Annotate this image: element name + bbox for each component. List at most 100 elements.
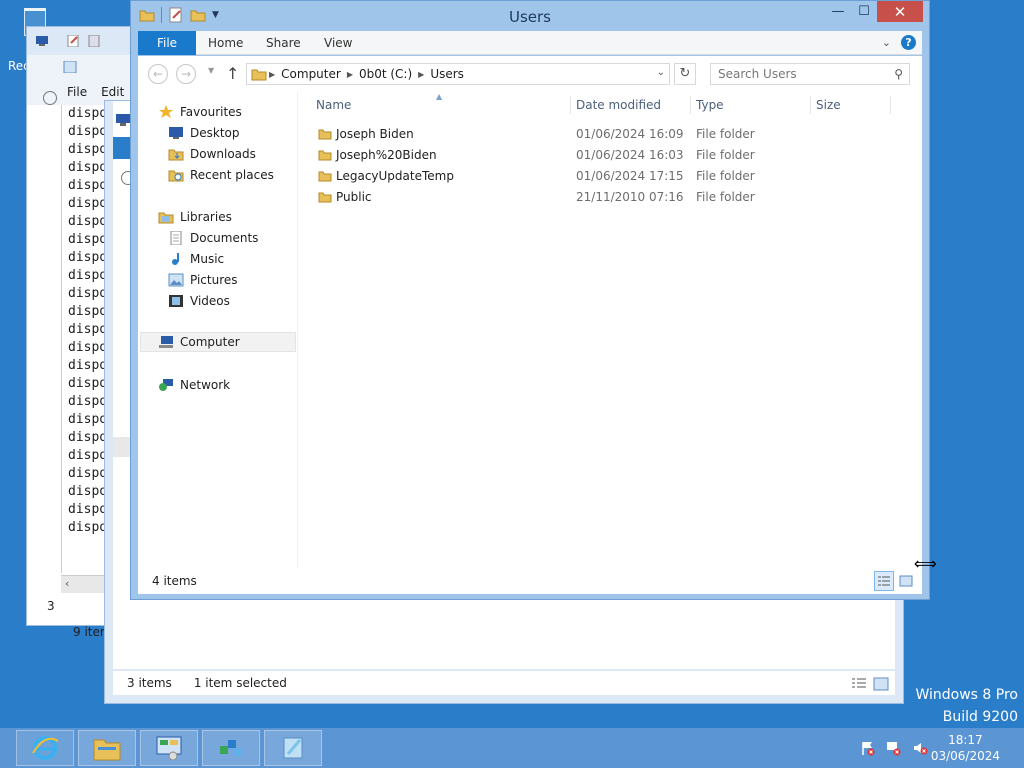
window-title: Users — [508, 8, 551, 26]
chevron-right-icon[interactable]: ▶ — [269, 70, 275, 79]
breadcrumb-users[interactable]: Users — [430, 67, 464, 81]
table-row[interactable]: Joseph%20Biden 01/06/2024 16:03 File fol… — [308, 145, 908, 166]
tab-home[interactable]: Home — [208, 31, 243, 55]
system-tray — [860, 740, 928, 756]
network-status-icon[interactable] — [886, 740, 902, 756]
status-bar: 4 items — [138, 568, 922, 594]
maximize-button[interactable]: ☐ — [851, 1, 877, 22]
table-row[interactable]: Joseph Biden 01/06/2024 16:09 File folde… — [308, 124, 908, 145]
taskbar-internet-explorer[interactable] — [16, 730, 74, 766]
action-center-flag-icon[interactable] — [860, 740, 876, 756]
table-row[interactable]: LegacyUpdateTemp 01/06/2024 17:15 File f… — [308, 166, 908, 187]
nav-label: Documents — [190, 231, 259, 245]
chevron-right-icon[interactable]: ▶ — [347, 70, 353, 79]
taskbar-notepad[interactable] — [264, 730, 322, 766]
taskbar-file-explorer[interactable] — [78, 730, 136, 766]
taskbar-control-panel[interactable] — [140, 730, 198, 766]
taskbar-network-app[interactable] — [202, 730, 260, 766]
breadcrumb-drive[interactable]: 0b0t (C:) — [359, 67, 412, 81]
column-header-type[interactable]: Type — [696, 98, 724, 112]
page-icon[interactable] — [87, 35, 101, 47]
menu-bar: File Edit — [67, 85, 138, 99]
tab-share[interactable]: Share — [266, 31, 301, 55]
title-bar[interactable]: ▼ Users — ☐ ✕ — [131, 1, 929, 31]
file-date: 01/06/2024 16:09 — [576, 127, 684, 141]
column-header-date-modified[interactable]: Date modified — [576, 98, 661, 112]
nav-recent-places[interactable]: Recent places — [168, 165, 274, 185]
radio-icon[interactable] — [43, 91, 57, 105]
explorer-window[interactable]: ▼ Users — ☐ ✕ File Home Share View ⌄ ? ←… — [130, 0, 930, 600]
search-input[interactable]: Search Users ⚲ — [710, 63, 910, 85]
documents-icon — [170, 231, 182, 245]
tab-file[interactable]: File — [138, 31, 196, 55]
nav-label: Downloads — [190, 147, 256, 161]
music-icon — [172, 253, 179, 265]
file-type: File folder — [696, 190, 755, 204]
nav-label: Recent places — [190, 168, 274, 182]
details-view-icon[interactable] — [851, 677, 867, 691]
nav-downloads[interactable]: Downloads — [168, 144, 256, 164]
nav-libraries[interactable]: Libraries — [158, 207, 232, 227]
network-icon — [159, 379, 173, 391]
clock-time: 18:17 — [948, 733, 983, 747]
large-icons-view-button[interactable] — [896, 571, 916, 591]
column-header-name[interactable]: Name — [316, 98, 351, 112]
nav-desktop[interactable]: Desktop — [168, 123, 240, 143]
minimize-button[interactable]: — — [825, 1, 851, 22]
pictures-icon — [168, 273, 184, 287]
back-button[interactable]: ← — [148, 64, 168, 84]
resize-cursor-icon: ⟺ — [914, 554, 937, 573]
content-area: Favourites Desktop Downloads Recent plac… — [138, 92, 922, 568]
address-bar[interactable]: ▶ Computer ▶ 0b0t (C:) ▶ Users ⌄ — [246, 63, 670, 85]
file-date: 01/06/2024 17:15 — [576, 169, 684, 183]
nav-music[interactable]: Music — [168, 249, 224, 269]
refresh-button[interactable]: ↻ — [674, 63, 696, 85]
close-button[interactable]: ✕ — [877, 1, 923, 22]
menu-edit[interactable]: Edit — [101, 85, 124, 99]
file-type: File folder — [696, 169, 755, 183]
status-fragment: 3 — [47, 599, 55, 613]
search-icon[interactable]: ⚲ — [894, 64, 903, 84]
column-header-size[interactable]: Size — [816, 98, 841, 112]
nav-label: Desktop — [190, 126, 240, 140]
large-icons-view-icon — [899, 575, 913, 587]
large-icons-view-icon[interactable] — [873, 677, 889, 691]
folder-icon — [318, 171, 332, 182]
recent-locations-icon[interactable]: ▼ — [208, 66, 214, 75]
file-date: 01/06/2024 16:03 — [576, 148, 684, 162]
expand-ribbon-icon[interactable]: ⌄ — [882, 36, 891, 49]
videos-icon — [169, 295, 183, 307]
taskbar: 18:17 03/06/2024 — [0, 728, 1024, 768]
nav-documents[interactable]: Documents — [168, 228, 258, 248]
help-icon[interactable]: ? — [901, 35, 916, 50]
downloads-folder-icon — [168, 149, 184, 161]
sort-ascending-icon: ▲ — [436, 92, 443, 101]
nav-label: Pictures — [190, 273, 238, 287]
nav-videos[interactable]: Videos — [168, 291, 230, 311]
file-list[interactable]: ▲ Name Date modified Type Size Joseph Bi… — [308, 92, 922, 568]
table-row[interactable]: Public 21/11/2010 07:16 File folder — [308, 187, 908, 208]
volume-muted-icon[interactable] — [912, 740, 928, 756]
search-placeholder: Search Users — [718, 67, 797, 81]
forward-button[interactable]: → — [176, 64, 196, 84]
nav-computer[interactable]: Computer — [140, 332, 296, 352]
nav-network[interactable]: Network — [158, 375, 230, 395]
nav-pictures[interactable]: Pictures — [168, 270, 238, 290]
navigation-pane[interactable]: Favourites Desktop Downloads Recent plac… — [138, 92, 298, 568]
up-button[interactable]: ↑ — [226, 64, 239, 83]
tab-view[interactable]: View — [324, 31, 352, 55]
nav-label: Computer — [180, 335, 240, 349]
nav-favourites[interactable]: Favourites — [158, 102, 242, 122]
chevron-right-icon[interactable]: ▶ — [418, 70, 424, 79]
details-view-icon — [878, 576, 890, 586]
chevron-down-icon[interactable]: ⌄ — [657, 67, 665, 78]
internet-explorer-icon — [32, 736, 59, 760]
properties-icon[interactable] — [67, 35, 81, 47]
scroll-left-icon[interactable]: ‹ — [65, 577, 69, 590]
details-view-button[interactable] — [874, 571, 894, 591]
breadcrumb-computer[interactable]: Computer — [281, 67, 341, 81]
system-clock[interactable]: 18:17 03/06/2024 — [931, 732, 1000, 764]
menu-file[interactable]: File — [67, 85, 87, 99]
watermark-build: Build 9200 — [942, 709, 1018, 725]
file-type: File folder — [696, 148, 755, 162]
